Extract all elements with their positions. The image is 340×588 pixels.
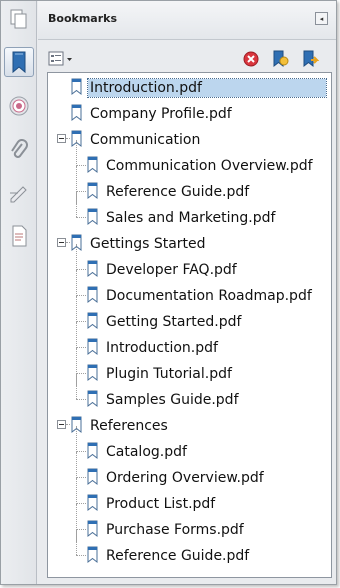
tree-child-item[interactable]: Plugin Tutorial.pdf (48, 348, 331, 386)
bookmark-icon (86, 286, 100, 304)
collapse-panel-button[interactable]: ◂ (315, 12, 328, 25)
tree-connector (76, 529, 86, 530)
bookmark-icon (86, 182, 100, 200)
bookmark-label: Catalog.pdf (106, 444, 187, 460)
bookmark-label: Reference Guide.pdf (106, 184, 250, 200)
bookmarks-toolbar (38, 40, 336, 76)
delete-bookmark-icon (243, 51, 259, 67)
tree-child-item[interactable]: Catalog.pdf (48, 426, 331, 464)
bookmark-icon (86, 364, 100, 382)
bookmark-icon (86, 208, 100, 226)
bookmark-icon (86, 494, 100, 512)
tree-connector (76, 374, 77, 399)
tree-connector (76, 165, 86, 166)
tree-folder[interactable]: Gettings Started (48, 232, 331, 256)
bookmark-icon (86, 260, 100, 278)
tree-child-item[interactable]: Product List.pdf (48, 478, 331, 516)
pages-icon[interactable] (4, 5, 34, 35)
attachments-icon[interactable] (4, 136, 34, 166)
tree-folder[interactable]: References (48, 414, 331, 438)
bookmarks-tree: Introduction.pdf Company Profile.pdf Commu… (47, 72, 332, 578)
bookmark-icon (86, 442, 100, 460)
bookmark-label: Company Profile.pdf (90, 106, 232, 122)
bookmark-label: Samples Guide.pdf (106, 392, 239, 408)
bookmark-icon (86, 468, 100, 486)
bookmark-icon (70, 234, 84, 252)
bookmark-icon (70, 78, 84, 96)
collapse-left-icon: ◂ (319, 14, 324, 23)
tree-child-item[interactable]: Getting Started.pdf (48, 296, 331, 334)
bookmark-icon (86, 156, 100, 174)
bookmark-icon (86, 520, 100, 538)
bookmark-icon (86, 390, 100, 408)
tree-connector (76, 555, 86, 556)
tree-connector (76, 399, 86, 400)
tree-child-item[interactable]: Ordering Overview.pdf (48, 452, 331, 490)
tree-child-item[interactable]: Communication Overview.pdf (48, 140, 331, 178)
delete-bookmark-button[interactable] (242, 49, 260, 69)
navigation-strip (1, 1, 37, 584)
bookmark-icon (86, 338, 100, 356)
bookmark-label: Documentation Roadmap.pdf (106, 288, 312, 304)
tree-connector (76, 477, 86, 478)
bookmark-icon (70, 130, 84, 148)
bookmarks-icon[interactable] (4, 47, 34, 77)
collapse-toggle-icon[interactable] (57, 420, 66, 429)
tree-child-item[interactable]: Purchase Forms.pdf (48, 504, 331, 542)
tree-connector (76, 530, 77, 555)
bookmarks-panel: Bookmarks ◂ Introduction.pdf Company Pro… (0, 0, 337, 585)
collapse-toggle-icon[interactable] (57, 134, 66, 143)
tree-connector (76, 451, 86, 452)
options-menu-icon (48, 51, 72, 66)
tree-child-item[interactable]: Introduction.pdf (48, 322, 331, 360)
bookmark-label: Plugin Tutorial.pdf (106, 366, 232, 382)
bookmark-label: Purchase Forms.pdf (106, 522, 244, 538)
bookmark-label: Introduction.pdf (106, 340, 218, 356)
tree-connector (76, 269, 86, 270)
bookmark-label: Ordering Overview.pdf (106, 470, 264, 486)
tree-item[interactable]: Introduction.pdf (48, 76, 331, 100)
bookmark-label: References (90, 418, 168, 434)
tree-child-item[interactable]: Samples Guide.pdf (48, 374, 331, 412)
bookmark-label: Sales and Marketing.pdf (106, 210, 276, 226)
collapse-toggle-icon[interactable] (57, 238, 66, 247)
bookmark-icon (70, 416, 84, 434)
bookmark-label: Communication Overview.pdf (106, 158, 313, 174)
bookmark-label: Introduction.pdf (87, 78, 327, 98)
layers-icon[interactable] (4, 221, 34, 251)
tree-connector (76, 192, 77, 217)
tree-child-item[interactable]: Sales and Marketing.pdf (48, 192, 331, 230)
comments-icon[interactable] (4, 178, 34, 208)
tree-connector (76, 503, 86, 504)
bookmark-label: Gettings Started (90, 236, 206, 252)
bookmark-label: Developer FAQ.pdf (106, 262, 237, 278)
bookmark-label: Communication (90, 132, 201, 148)
tree-connector (76, 321, 86, 322)
panel-header: Bookmarks ◂ (38, 1, 336, 40)
bookmark-icon (86, 312, 100, 330)
bookmark-label: Getting Started.pdf (106, 314, 242, 330)
bookmark-label: Reference Guide.pdf (106, 548, 250, 564)
bookmark-label: Product List.pdf (106, 496, 216, 512)
tree-folder[interactable]: Communication (48, 128, 331, 152)
tree-connector (76, 191, 86, 192)
bookmark-icon (86, 546, 100, 564)
tree-child-item[interactable]: Reference Guide.pdf (48, 530, 331, 568)
new-bookmark-icon (273, 50, 289, 68)
tree-item[interactable]: Company Profile.pdf (48, 102, 331, 126)
expand-bookmark-icon (303, 50, 319, 68)
tree-connector (76, 295, 86, 296)
signatures-icon[interactable] (4, 91, 34, 121)
tree-child-item[interactable]: Documentation Roadmap.pdf (48, 270, 331, 308)
tree-child-item[interactable]: Reference Guide.pdf (48, 166, 331, 204)
tree-connector (76, 373, 86, 374)
options-menu-button[interactable] (48, 49, 74, 69)
tree-connector (76, 347, 86, 348)
tree-child-item[interactable]: Developer FAQ.pdf (48, 244, 331, 282)
new-bookmark-button[interactable] (271, 49, 289, 69)
tree-connector (76, 217, 86, 218)
expand-bookmark-button[interactable] (301, 49, 319, 69)
bookmark-icon (70, 104, 84, 122)
panel-title: Bookmarks (48, 12, 117, 25)
